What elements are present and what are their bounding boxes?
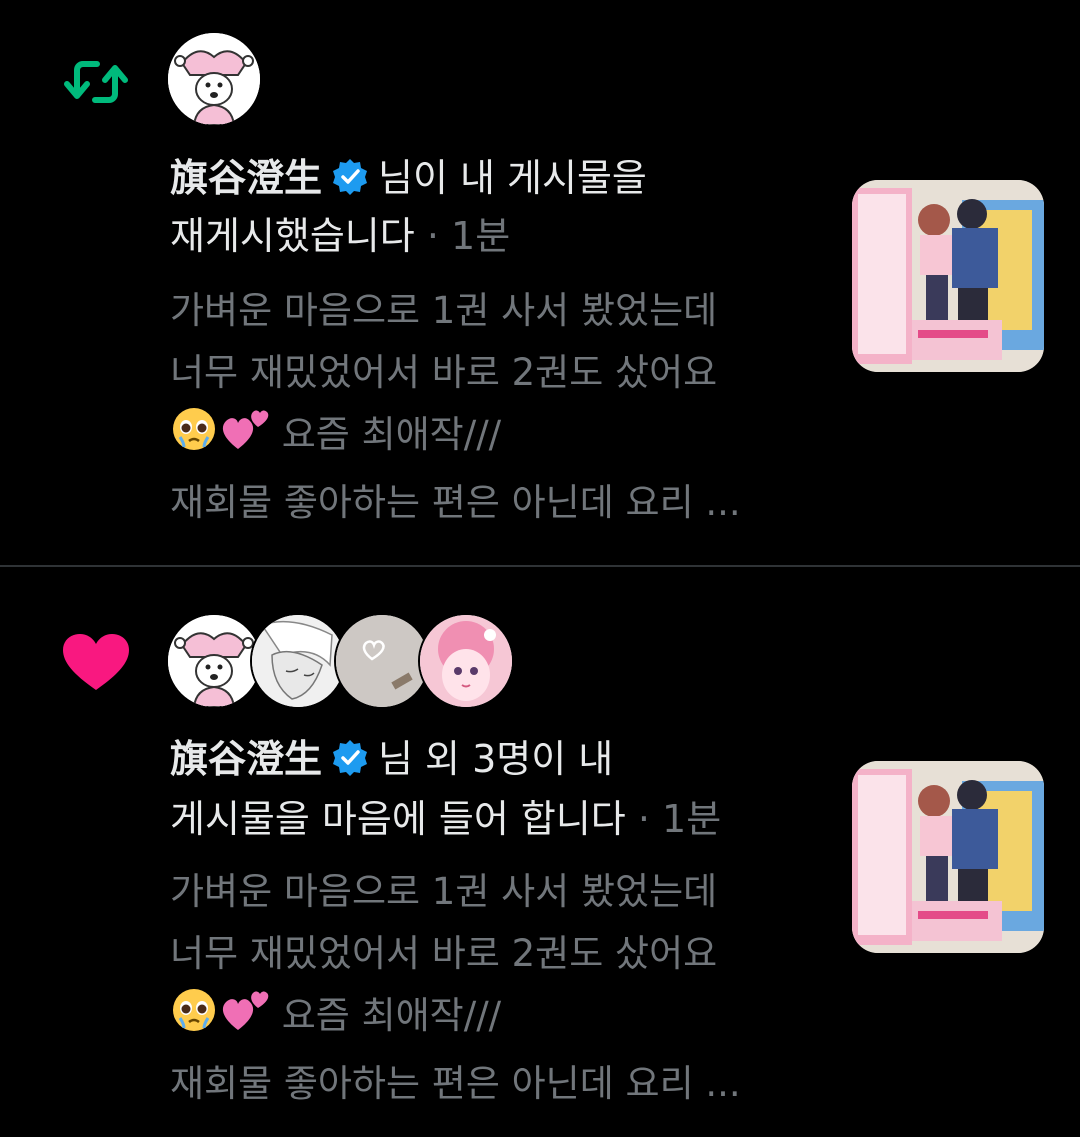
actor-avatars — [166, 31, 262, 127]
preview-line: 너무 재밌었어서 바로 2권도 샀어요 — [170, 932, 718, 975]
preview-line: 가벼운 마음으로 1권 사서 봤었는데 — [170, 870, 718, 913]
actor-name[interactable]: 旗谷澄生 — [170, 737, 322, 781]
action-text: 게시물을 마음에 들어 합니다 — [170, 797, 626, 841]
pleading-face-emoji — [170, 405, 218, 472]
post-thumbnail[interactable] — [852, 180, 1044, 372]
two-hearts-emoji — [218, 405, 270, 472]
post-thumbnail[interactable] — [852, 761, 1044, 953]
post-preview[interactable]: 가벼운 마음으로 1권 사서 봤었는데 너무 재밌었어서 바로 2권도 샀어요 … — [170, 861, 810, 1115]
pleading-face-emoji — [170, 986, 218, 1053]
avatar[interactable] — [334, 613, 430, 709]
notification-text-line-1: 旗谷澄生 님이 내 게시물을 — [170, 150, 647, 206]
preview-line: 너무 재밌었어서 바로 2권도 샀어요 — [170, 351, 718, 394]
separator: · — [426, 214, 439, 258]
verified-badge-icon — [330, 737, 370, 777]
notification-text-line-2: 게시물을 마음에 들어 합니다 · 1분 — [170, 791, 721, 847]
preview-line: 요즘 최애작/// — [170, 985, 810, 1053]
verified-badge-icon — [330, 156, 370, 196]
separator: · — [637, 797, 650, 841]
notification-like[interactable]: 旗谷澄生 님 외 3명이 내 게시물을 마음에 들어 합니다 · 1분 가벼운 마… — [0, 567, 1080, 1137]
action-text: 님 외 3명이 내 — [378, 737, 614, 781]
actor-avatars — [166, 613, 514, 709]
post-preview[interactable]: 가벼운 마음으로 1권 사서 봤었는데 너무 재밌었어서 바로 2권도 샀어요 … — [170, 280, 810, 534]
two-hearts-emoji — [218, 986, 270, 1053]
actor-name[interactable]: 旗谷澄生 — [170, 156, 322, 200]
avatar[interactable] — [166, 31, 262, 127]
notification-text-line-2: 재게시했습니다 · 1분 — [170, 208, 510, 264]
action-text: 님이 내 게시물을 — [378, 156, 647, 200]
avatar[interactable] — [250, 613, 346, 709]
repost-icon — [60, 50, 132, 114]
notification-text-line-1: 旗谷澄生 님 외 3명이 내 — [170, 731, 613, 787]
timestamp[interactable]: 1분 — [662, 797, 721, 841]
avatar[interactable] — [166, 613, 262, 709]
preview-line: 재회물 좋아하는 편은 아닌데 요리 ... — [170, 481, 741, 524]
avatar[interactable] — [418, 613, 514, 709]
timestamp[interactable]: 1분 — [451, 214, 510, 258]
heart-icon — [60, 631, 132, 695]
preview-line: 가벼운 마음으로 1권 사서 봤었는데 — [170, 289, 718, 332]
preview-line: 요즘 최애작/// — [170, 404, 810, 472]
preview-line: 재회물 좋아하는 편은 아닌데 요리 ... — [170, 1062, 741, 1105]
action-text: 재게시했습니다 — [170, 214, 415, 258]
notification-repost[interactable]: 旗谷澄生 님이 내 게시물을 재게시했습니다 · 1분 가벼운 마음으로 1권 사… — [0, 0, 1080, 565]
